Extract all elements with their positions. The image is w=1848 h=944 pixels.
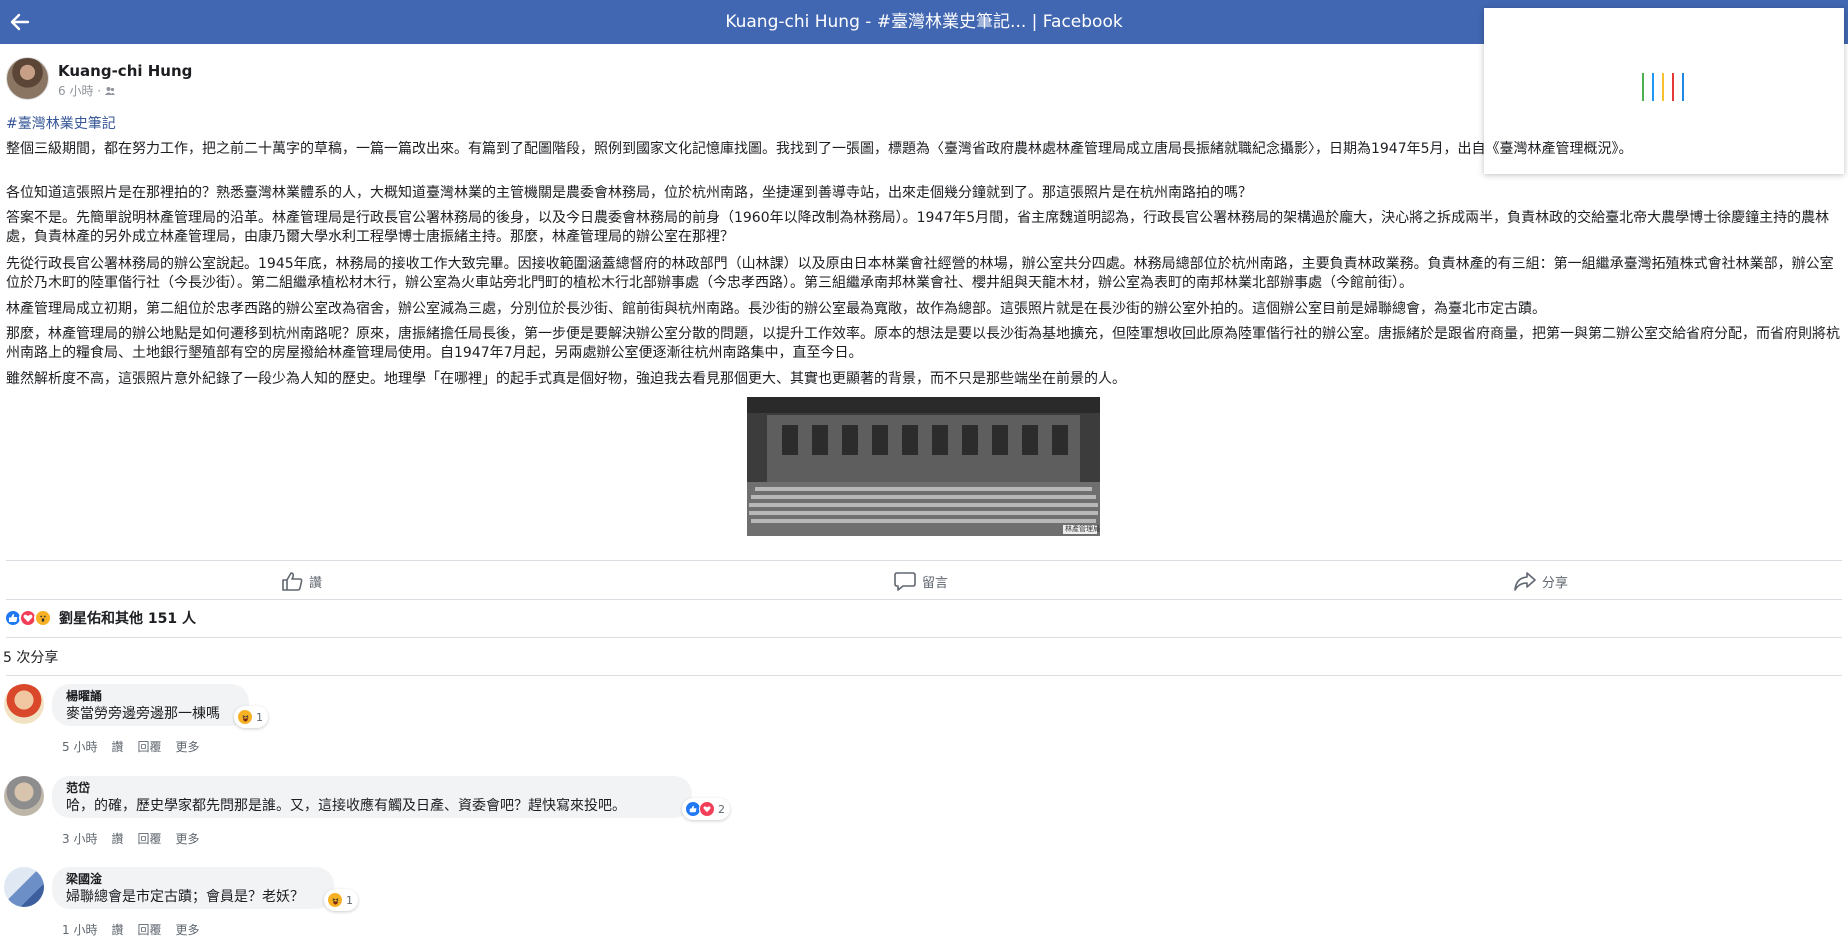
loading-spinner-icon: [1642, 73, 1684, 101]
commenter-name[interactable]: 范岱: [66, 780, 680, 796]
commenter-avatar[interactable]: [4, 867, 44, 907]
reaction-count: 1: [256, 710, 263, 724]
divider: [6, 560, 1842, 561]
comment-reactions[interactable]: 1: [234, 706, 268, 728]
shares-count[interactable]: 5 次分享: [3, 647, 58, 667]
comment-actions: 1 小時 讚 回覆 更多: [62, 921, 200, 938]
haha-icon: [237, 709, 253, 725]
post-paragraph: 雖然解析度不高，這張照片意外紀錄了一段少為人知的歷史。地理學「在哪裡」的起手式真…: [6, 371, 1126, 387]
post-paragraph: 各位知道這張照片是在那裡拍的？熟悉臺灣林業體系的人，大概知道臺灣林業的主管機關是…: [6, 185, 1252, 201]
post-time[interactable]: 6 小時 ·: [58, 84, 105, 98]
love-icon: [699, 801, 715, 817]
share-label: 分享: [1542, 575, 1569, 591]
comment-bubble-icon: [894, 572, 916, 591]
post-paragraph: 那麼，林產管理局的辦公地點是如何遷移到杭州南路呢？原來，唐振緒擔任局長後，第一步…: [6, 326, 1840, 361]
haha-icon: [327, 892, 343, 908]
comment-item: 范岱 哈，的確，歷史學家都先問那是誰。又，這接收應有觸及日產、資委會吧？趕快寫來…: [4, 776, 744, 856]
comment-time: 5 小時: [62, 740, 98, 754]
commenter-name[interactable]: 楊曜誦: [66, 688, 237, 704]
share-arrow-icon: [1514, 572, 1536, 591]
post-paragraph: 整個三級期間，都在努力工作，把之前二十萬字的草稿，一篇一篇改出來。有篇到了配圖階…: [6, 141, 1633, 157]
comment-item: 楊曜誦 麥當勞旁邊旁邊那一棟嗎 1 5 小時 讚 回覆 更多: [4, 684, 304, 764]
author-name[interactable]: Kuang-chi Hung: [58, 62, 192, 80]
comment-more-link[interactable]: 更多: [175, 738, 199, 755]
comment-actions: 5 小時 讚 回覆 更多: [62, 738, 200, 755]
comment-reactions[interactable]: 2: [682, 798, 730, 820]
reaction-count: 1: [346, 893, 353, 907]
comment-more-link[interactable]: 更多: [175, 921, 199, 938]
comment-reply-link[interactable]: 回覆: [137, 921, 161, 938]
comment-text: 婦聯總會是市定古蹟；會員是？老妖？: [66, 889, 304, 905]
comment-item: 梁國淦 婦聯總會是市定古蹟；會員是？老妖？ 1 1 小時 讚 回覆 更多: [4, 867, 384, 944]
post-paragraph: 先從行政長官公署林務局的辦公室說起。1945年底，林務局的接收工作大致完畢。因接…: [6, 256, 1834, 291]
post-photo[interactable]: 林產管理局成立紀念: [747, 397, 1100, 536]
comment-bubble: 范岱 哈，的確，歷史學家都先問那是誰。又，這接收應有觸及日產、資委會吧？趕快寫來…: [52, 776, 692, 818]
reactions-count: 劉星佑和其他 151 人: [59, 611, 196, 627]
divider: [6, 637, 1842, 638]
divider: [6, 675, 1842, 676]
comment-time: 1 小時: [62, 923, 98, 937]
post-paragraph: 答案不是。先簡單說明林產管理局的沿革。林產管理局是行政長官公署林務局的後身，以及…: [6, 210, 1830, 245]
author-avatar[interactable]: [6, 57, 49, 100]
comment-like-link[interactable]: 讚: [111, 830, 123, 847]
commenter-avatar[interactable]: [4, 776, 44, 816]
comment-like-link[interactable]: 讚: [111, 921, 123, 938]
post-paragraph: 林產管理局成立初期，第二組位於忠孝西路的辦公室改為宿舍，辦公室減為三處，分別位於…: [6, 301, 1546, 317]
comment-reply-link[interactable]: 回覆: [137, 830, 161, 847]
commenter-avatar[interactable]: [4, 684, 44, 724]
comment-like-link[interactable]: 讚: [111, 738, 123, 755]
thumbs-up-icon: [282, 572, 303, 591]
share-button[interactable]: 分享: [1514, 568, 1568, 594]
privacy-friends-icon: [104, 87, 115, 95]
comment-text: 麥當勞旁邊旁邊那一棟嗎: [66, 706, 220, 722]
photo-caption: 林產管理局成立紀念: [1065, 525, 1100, 533]
post-meta: 6 小時 ·: [58, 82, 115, 99]
comment-more-link[interactable]: 更多: [175, 830, 199, 847]
like-button[interactable]: 讚: [281, 568, 322, 594]
hashtag-link[interactable]: #臺灣林業史筆記: [6, 113, 116, 133]
comment-text: 哈，的確，歷史學家都先問那是誰。又，這接收應有觸及日產、資委會吧？趕快寫來投吧。: [66, 798, 626, 814]
comment-label: 留言: [922, 575, 949, 591]
comment-bubble: 梁國淦 婦聯總會是市定古蹟；會員是？老妖？: [52, 867, 334, 909]
comment-reply-link[interactable]: 回覆: [137, 738, 161, 755]
comment-bubble: 楊曜誦 麥當勞旁邊旁邊那一棟嗎: [52, 684, 249, 726]
comment-time: 3 小時: [62, 832, 98, 846]
divider: [6, 599, 1842, 600]
wow-reaction-icon: [34, 609, 52, 627]
reactions-summary[interactable]: 劉星佑和其他 151 人: [4, 608, 196, 628]
commenter-name[interactable]: 梁國淦: [66, 871, 322, 887]
comment-actions: 3 小時 讚 回覆 更多: [62, 830, 200, 847]
comment-button[interactable]: 留言: [894, 568, 948, 594]
comment-reactions[interactable]: 1: [324, 889, 358, 911]
reaction-count: 2: [718, 802, 725, 816]
like-label: 讚: [309, 575, 323, 591]
